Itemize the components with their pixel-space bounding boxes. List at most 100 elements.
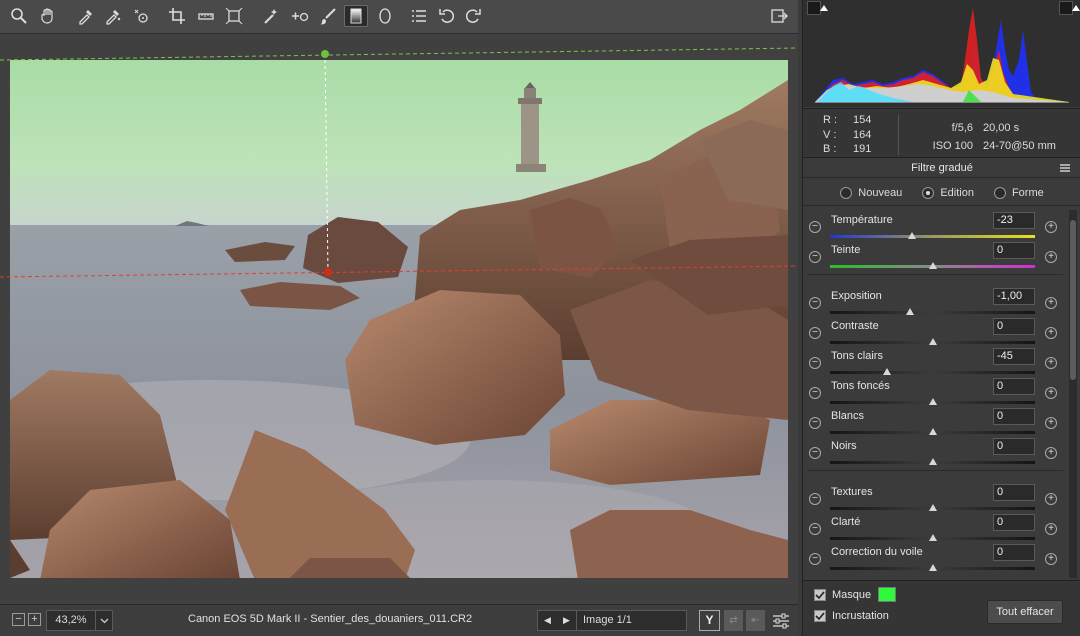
panel-menu-icon[interactable] — [1060, 164, 1070, 172]
zoom-dropdown-button[interactable] — [96, 610, 113, 631]
zoom-level-field[interactable]: 43,2% — [46, 610, 96, 631]
decrease-button[interactable]: − — [809, 357, 821, 369]
slider-track[interactable] — [830, 371, 1035, 374]
decrease-button[interactable]: − — [809, 327, 821, 339]
panel-scroll-thumb[interactable] — [1070, 220, 1076, 380]
previous-image-button[interactable]: ◀ — [544, 615, 551, 626]
radial-filter-icon[interactable] — [373, 5, 397, 27]
mode-shape[interactable]: Forme — [993, 186, 1044, 199]
camera-settings: f/5,6 20,00 s ISO 100 24-70@50 mm — [923, 119, 1056, 155]
slider-thumb[interactable] — [908, 232, 916, 239]
mode-new[interactable]: Nouveau — [840, 186, 903, 199]
color-sampler-icon[interactable] — [101, 5, 125, 27]
slider-thumb[interactable] — [928, 458, 937, 465]
increase-button[interactable]: + — [1045, 297, 1057, 309]
slider-thumb[interactable] — [928, 564, 937, 571]
radio-new[interactable] — [840, 186, 853, 199]
increase-button[interactable]: + — [1045, 523, 1057, 535]
decrease-button[interactable]: − — [809, 251, 821, 263]
export-icon[interactable] — [767, 5, 791, 27]
slider-value-field[interactable]: -45 — [993, 348, 1035, 365]
increase-button[interactable]: + — [1045, 357, 1057, 369]
increase-button[interactable]: + — [1045, 327, 1057, 339]
r-value: 154 — [853, 114, 872, 126]
increase-button[interactable]: + — [1045, 493, 1057, 505]
slider-value-field[interactable]: 0 — [993, 438, 1035, 455]
increase-button[interactable]: + — [1045, 417, 1057, 429]
zoom-icon[interactable] — [7, 5, 31, 27]
hand-icon[interactable] — [36, 5, 60, 27]
toggle-settings-icon[interactable] — [772, 613, 790, 629]
histogram-graph — [815, 8, 1069, 103]
b-label: B : — [823, 143, 837, 155]
slider-thumb[interactable] — [928, 534, 937, 541]
zoom-in-button[interactable]: + — [28, 613, 41, 626]
adjustment-brush-icon[interactable] — [316, 5, 340, 27]
slider-thumb[interactable] — [928, 262, 937, 269]
slider-thumb[interactable] — [928, 428, 937, 435]
increase-button[interactable]: + — [1045, 387, 1057, 399]
clear-all-button[interactable]: Tout effacer — [987, 600, 1063, 624]
zoom-out-button[interactable]: − — [12, 613, 25, 626]
photo-preview[interactable] — [10, 60, 788, 578]
eyedropper-white-balance-icon[interactable] — [74, 5, 98, 27]
slider-thumb[interactable] — [905, 308, 914, 315]
mode-new-label: Nouveau — [858, 186, 903, 199]
decrease-button[interactable]: − — [809, 523, 821, 535]
slider-value-field[interactable]: 0 — [993, 544, 1035, 561]
straighten-icon[interactable] — [194, 5, 218, 27]
slider-value-field[interactable]: 0 — [993, 318, 1035, 335]
graduated-filter-icon[interactable] — [344, 5, 368, 27]
rotate-left-icon[interactable] — [435, 5, 459, 27]
increase-button[interactable]: + — [1045, 553, 1057, 565]
spot-removal-icon[interactable] — [260, 5, 284, 27]
slider-label: Exposition — [831, 290, 882, 302]
next-image-button[interactable]: ▶ — [563, 615, 570, 626]
image-canvas[interactable] — [0, 34, 798, 604]
slider-row: − Contraste 0 + — [803, 316, 1071, 346]
slider-value-field[interactable]: 0 — [993, 378, 1035, 395]
overlay-label: Incrustation — [832, 610, 889, 622]
decrease-button[interactable]: − — [809, 447, 821, 459]
adjustment-panel: R : 154 V : 164 B : 191 f/5,6 20,00 s ISO 10… — [802, 0, 1080, 636]
decrease-button[interactable]: − — [809, 553, 821, 565]
slider-thumb[interactable] — [928, 398, 937, 405]
slider-value-field[interactable]: -23 — [993, 212, 1035, 229]
crop-icon[interactable] — [165, 5, 189, 27]
rotate-right-icon[interactable] — [461, 5, 485, 27]
slider-row: − Exposition -1,00 + — [803, 286, 1071, 316]
decrease-button[interactable]: − — [809, 493, 821, 505]
presets-list-icon[interactable] — [407, 5, 431, 27]
chevron-down-icon — [100, 618, 108, 623]
mask-color-swatch[interactable] — [878, 587, 896, 602]
filter-start-handle[interactable] — [321, 50, 329, 58]
red-eye-icon[interactable] — [288, 5, 312, 27]
increase-button[interactable]: + — [1045, 251, 1057, 263]
increase-button[interactable]: + — [1045, 447, 1057, 459]
filter-mode-selector: Nouveau Edition Forme — [803, 180, 1080, 206]
slider-thumb[interactable] — [883, 368, 892, 375]
slider-thumb[interactable] — [928, 504, 937, 511]
slider-label: Teinte — [831, 244, 861, 256]
slider-value-field[interactable]: 0 — [993, 514, 1035, 531]
radio-edit[interactable] — [922, 186, 935, 199]
targeted-adjustment-icon[interactable] — [129, 5, 153, 27]
slider-value-field[interactable]: 0 — [993, 242, 1035, 259]
decrease-button[interactable]: − — [809, 221, 821, 233]
overlay-checkbox[interactable] — [814, 610, 826, 622]
before-after-button[interactable]: Y — [699, 610, 720, 631]
mode-edit[interactable]: Edition — [922, 186, 974, 199]
radio-shape[interactable] — [993, 186, 1006, 199]
slider-value-field[interactable]: 0 — [993, 408, 1035, 425]
decrease-button[interactable]: − — [809, 297, 821, 309]
slider-track[interactable] — [830, 311, 1035, 314]
decrease-button[interactable]: − — [809, 387, 821, 399]
transform-icon[interactable] — [222, 5, 246, 27]
mask-checkbox[interactable] — [814, 589, 826, 601]
slider-value-field[interactable]: -1,00 — [993, 288, 1035, 305]
increase-button[interactable]: + — [1045, 221, 1057, 233]
slider-value-field[interactable]: 0 — [993, 484, 1035, 501]
decrease-button[interactable]: − — [809, 417, 821, 429]
slider-thumb[interactable] — [928, 338, 937, 345]
slider-track[interactable] — [830, 235, 1035, 238]
